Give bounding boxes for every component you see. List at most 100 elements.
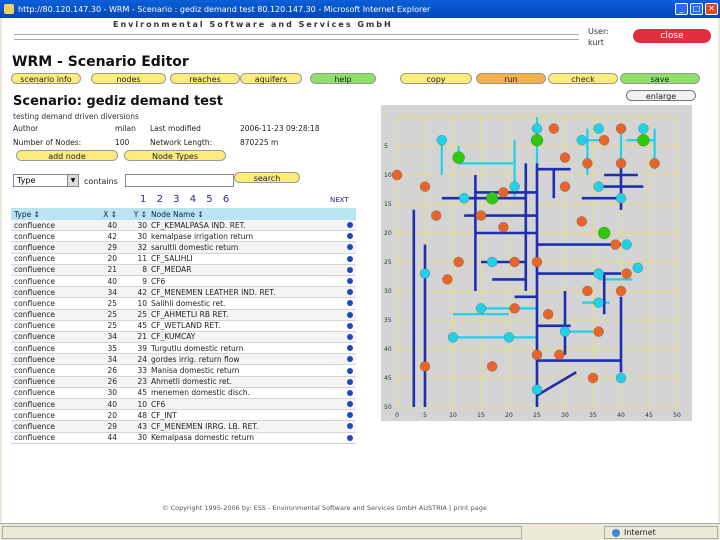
run-button[interactable]: run [476, 73, 546, 84]
map-node[interactable] [419, 181, 431, 192]
enlarge-button[interactable]: enlarge [626, 90, 696, 101]
map-node[interactable] [453, 256, 464, 268]
page-link-4[interactable]: 4 [190, 194, 196, 205]
map-node[interactable] [543, 309, 554, 320]
cell-node-name[interactable]: Ahmetli domestic ret. [147, 377, 343, 386]
map-node[interactable] [582, 285, 593, 297]
map-node[interactable] [593, 326, 604, 337]
map-node[interactable] [621, 268, 632, 279]
col-x[interactable]: X ↕ [91, 210, 117, 219]
page-link-1[interactable]: 1 [140, 194, 146, 205]
map-node[interactable] [487, 256, 498, 268]
cell-node-name[interactable]: CF_AHMETLI RB RET. [147, 310, 343, 319]
map-node[interactable] [531, 123, 543, 134]
save-button[interactable]: save [620, 73, 700, 84]
map-node[interactable] [486, 192, 499, 205]
map-node[interactable] [509, 303, 520, 314]
map-node[interactable] [509, 256, 520, 268]
map-node[interactable] [487, 361, 498, 372]
map-node[interactable] [498, 222, 509, 233]
cell-node-name[interactable]: CF_WETLAND RET. [147, 321, 343, 330]
page-link-6[interactable]: 6 [223, 194, 229, 205]
map-node[interactable] [447, 332, 459, 343]
map-node[interactable] [531, 256, 543, 268]
nav-scenario-info[interactable]: scenario info [11, 73, 81, 84]
map-node[interactable] [638, 123, 649, 134]
table-row[interactable]: confluence 34 21 CF_KUMCAY [11, 331, 356, 344]
map-node[interactable] [498, 187, 509, 198]
close-button[interactable]: close [633, 29, 711, 43]
table-row[interactable]: confluence 21 8 CF_MEDAR [11, 264, 356, 276]
copy-button[interactable]: copy [400, 73, 472, 84]
page-link-5[interactable]: 5 [206, 194, 212, 205]
print-page-link[interactable]: print page [453, 504, 487, 512]
table-row[interactable]: confluence 25 10 Salihli domestic ret. [11, 298, 356, 310]
cell-node-name[interactable]: CF_KEMALPASA IND. RET. [147, 221, 343, 230]
map-node[interactable] [593, 181, 604, 192]
locate-node-icon[interactable] [343, 222, 356, 229]
map-node[interactable] [593, 268, 604, 279]
locate-node-icon[interactable] [343, 233, 356, 240]
cell-node-name[interactable]: CF_INT [147, 411, 343, 420]
next-link[interactable]: NEXT [330, 196, 349, 204]
locate-node-icon[interactable] [343, 423, 356, 430]
table-row[interactable]: confluence 34 42 CF_MENEMEN LEATHER IND. RE… [11, 287, 356, 299]
check-button[interactable]: check [548, 73, 618, 84]
locate-node-icon[interactable] [343, 278, 356, 285]
table-row[interactable]: confluence 29 43 CF_MENEMEN IRRG. LB. RET. [11, 421, 356, 433]
nav-nodes[interactable]: nodes [91, 73, 166, 84]
table-row[interactable]: confluence 26 23 Ahmetli domestic ret. [11, 376, 356, 388]
type-select[interactable]: Type ▼ [13, 174, 79, 187]
cell-node-name[interactable]: Manisa domestic return [147, 366, 343, 375]
table-row[interactable]: confluence 30 45 menemen domestic disch. [11, 388, 356, 399]
cell-node-name[interactable]: gordes irrig. return flow [147, 355, 343, 364]
table-row[interactable]: confluence 25 45 CF_WETLAND RET. [11, 321, 356, 332]
map-node[interactable] [419, 361, 431, 372]
map-node[interactable] [554, 349, 565, 360]
table-row[interactable]: confluence 42 30 kemalpase irrigation retur… [11, 231, 356, 243]
locate-node-icon[interactable] [343, 289, 356, 296]
page-link-2[interactable]: 2 [157, 194, 163, 205]
map-node[interactable] [559, 152, 571, 163]
cell-node-name[interactable]: CF6 [147, 277, 343, 286]
map-node[interactable] [632, 262, 643, 273]
map-node[interactable] [459, 193, 470, 204]
map-node[interactable] [559, 326, 571, 337]
table-row[interactable]: confluence 35 39 Turgutlu domestic return [11, 343, 356, 355]
cell-node-name[interactable]: Kemalpasa domestic return [147, 433, 343, 442]
map-node[interactable] [475, 303, 487, 314]
map-node[interactable] [559, 181, 571, 192]
map-node[interactable] [436, 135, 447, 146]
table-row[interactable]: confluence 20 11 CF_SALIHLI [11, 254, 356, 265]
cell-node-name[interactable]: CF_KUMCAY [147, 332, 343, 341]
map-node[interactable] [576, 135, 587, 146]
map-node[interactable] [419, 268, 431, 279]
cell-node-name[interactable]: CF6 [147, 400, 343, 409]
map-node[interactable] [637, 134, 650, 147]
nav-help[interactable]: help [310, 73, 376, 84]
map-node[interactable] [593, 123, 604, 134]
map-node[interactable] [587, 372, 599, 384]
locate-node-icon[interactable] [343, 378, 356, 385]
map-node[interactable] [615, 193, 627, 204]
map-node[interactable] [452, 151, 465, 164]
locate-node-icon[interactable] [343, 333, 356, 340]
network-map[interactable]: 0 5 10 15 20 25 30 35 40 45 50 5 10 15 20 25 30 35 40 45 50 [381, 105, 692, 421]
map-node[interactable] [548, 123, 559, 134]
map-node[interactable] [615, 158, 627, 169]
map-node[interactable] [391, 169, 403, 181]
map-node[interactable] [649, 158, 660, 169]
locate-node-icon[interactable] [343, 345, 356, 352]
locate-node-icon[interactable] [343, 356, 356, 363]
locate-node-icon[interactable] [343, 389, 356, 396]
minimize-icon[interactable]: _ [675, 3, 688, 15]
map-node[interactable] [615, 123, 627, 134]
map-node[interactable] [442, 274, 453, 285]
table-row[interactable]: confluence 44 30 Kemalpasa domestic return [11, 433, 356, 444]
map-node[interactable] [610, 239, 621, 250]
cell-node-name[interactable]: CF_MENEMEN IRRG. LB. RET. [147, 422, 343, 431]
map-node[interactable] [576, 216, 587, 227]
map-node[interactable] [503, 332, 515, 343]
cell-node-name[interactable]: Turgutlu domestic return [147, 344, 343, 353]
cell-node-name[interactable]: menemen domestic disch. [147, 388, 343, 397]
